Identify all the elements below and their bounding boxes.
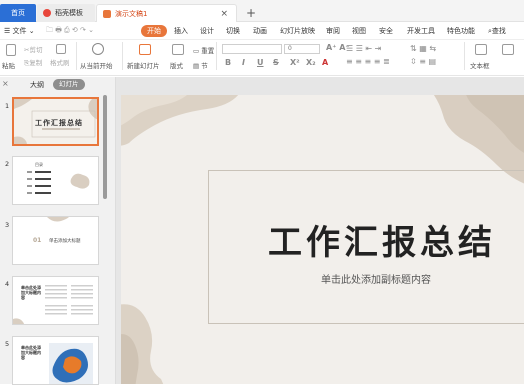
hamburger-icon: ☰ bbox=[4, 27, 13, 35]
copy-button[interactable]: ⎘复制 bbox=[24, 57, 42, 68]
thumb-title: 单击添加大标题 bbox=[49, 239, 81, 244]
font-name-select[interactable] bbox=[222, 44, 282, 54]
italic-button[interactable]: I bbox=[242, 58, 245, 67]
menu-review[interactable]: 审阅 bbox=[326, 25, 340, 37]
line-spacing-icon[interactable]: ⇳ ≡ ▤ bbox=[410, 57, 436, 66]
slide-thumbnail-2[interactable]: 目录 bbox=[12, 156, 99, 205]
menu-view[interactable]: 视图 bbox=[352, 25, 366, 37]
list-icon[interactable]: ☰ ☰ ⇤ ⇥ bbox=[346, 44, 381, 53]
menu-slideshow[interactable]: 幻灯片放映 bbox=[280, 25, 315, 37]
thumb-index: 01 bbox=[33, 237, 42, 244]
menu-start[interactable]: 开始 bbox=[141, 25, 167, 37]
menu-switch[interactable]: 切换 bbox=[226, 25, 240, 37]
slide-thumbnail-5[interactable]: 单击此处添加大标题内容 bbox=[12, 336, 99, 385]
reset-button[interactable]: ▭ 重置 bbox=[193, 45, 214, 55]
thumb-decoration bbox=[27, 171, 90, 194]
underline-button[interactable]: U bbox=[257, 58, 264, 67]
reset-icon: ▭ bbox=[193, 47, 202, 55]
menu-search[interactable]: ⌕查找 bbox=[488, 25, 506, 37]
play-icon[interactable] bbox=[92, 43, 104, 55]
cut-label: 剪切 bbox=[29, 46, 43, 54]
thumb-image bbox=[49, 343, 93, 384]
menu-insert[interactable]: 插入 bbox=[174, 25, 188, 37]
tab-docer-templates[interactable]: 稻壳模板 bbox=[37, 4, 95, 22]
format-painter-button[interactable]: 格式刷 bbox=[50, 57, 70, 67]
copy-label: 复制 bbox=[29, 59, 43, 67]
layout-button[interactable]: 版式 bbox=[170, 60, 183, 70]
menu-special[interactable]: 特色功能 bbox=[447, 25, 475, 37]
format-painter-icon[interactable] bbox=[56, 44, 66, 54]
toolbar-divider bbox=[464, 42, 465, 70]
tab-outline[interactable]: 大纲 bbox=[30, 80, 44, 90]
close-panel-icon[interactable]: × bbox=[2, 79, 9, 88]
toolbar-divider bbox=[122, 42, 123, 70]
thumb-title: 工作汇报总结 bbox=[35, 119, 83, 127]
thumb-number: 4 bbox=[5, 280, 10, 288]
paste-button[interactable]: 粘贴 bbox=[2, 60, 15, 70]
presentation-icon bbox=[103, 9, 111, 18]
layout-icon[interactable] bbox=[172, 44, 184, 55]
new-slide-button[interactable]: 新建幻灯片 bbox=[127, 60, 160, 70]
font-size-select[interactable]: 0 bbox=[284, 44, 320, 54]
menu-file-label: 文件 bbox=[12, 27, 27, 35]
superscript-button[interactable]: X² bbox=[290, 58, 300, 67]
subscript-button[interactable]: X₂ bbox=[306, 58, 316, 67]
undo-icon[interactable]: 🗀 🖶 ⎙ ⟲ ↷ ⌄ bbox=[46, 24, 94, 36]
bold-button[interactable]: B bbox=[225, 58, 231, 67]
slide-subtitle[interactable]: 单击此处添加副标题内容 bbox=[121, 271, 524, 286]
slide-title[interactable]: 工作汇报总结 bbox=[121, 215, 524, 264]
thumb-decoration bbox=[13, 285, 93, 324]
panel-scrollbar[interactable] bbox=[103, 95, 107, 199]
align-icon[interactable]: ≡ ≡ ≡ ≡ ≣ bbox=[346, 57, 390, 66]
slide-thumbnail-4[interactable]: 单击此处添加大标题内容 bbox=[12, 276, 99, 325]
thumb-subtitle-line bbox=[42, 128, 80, 130]
menu-design[interactable]: 设计 bbox=[200, 25, 214, 37]
cut-button[interactable]: ✂剪切 bbox=[24, 44, 42, 54]
play-from-current-button[interactable]: 从当前开始 bbox=[80, 60, 113, 70]
tab-home[interactable]: 首页 bbox=[0, 4, 36, 22]
slide-thumbnail-3[interactable]: 01 单击添加大标题 bbox=[12, 216, 99, 265]
toolbar-divider bbox=[216, 42, 217, 70]
tab-document[interactable]: 演示文稿1 × bbox=[96, 4, 237, 22]
section-icon: ▤ bbox=[193, 62, 202, 70]
docer-icon bbox=[43, 9, 51, 17]
new-tab-button[interactable]: + bbox=[240, 4, 262, 22]
section-label: 节 bbox=[201, 62, 208, 70]
section-button[interactable]: ▤ 节 bbox=[193, 60, 208, 70]
tab-slides[interactable]: 幻灯片 bbox=[53, 79, 85, 90]
toolbar-divider bbox=[76, 42, 77, 70]
tab-home-label: 首页 bbox=[11, 9, 25, 17]
menu-file[interactable]: ☰ 文件 ⌄ bbox=[4, 25, 35, 37]
thumb-number: 5 bbox=[5, 340, 10, 348]
new-slide-icon[interactable] bbox=[139, 44, 151, 55]
reset-label: 重置 bbox=[201, 47, 215, 55]
menu-security[interactable]: 安全 bbox=[379, 25, 393, 37]
chevron-down-icon: ⌄ bbox=[26, 27, 35, 35]
thumb-number: 2 bbox=[5, 160, 10, 168]
thumb-number: 3 bbox=[5, 221, 10, 229]
text-direction-icon[interactable]: ⇅ ▦ ⇆ bbox=[410, 44, 436, 53]
shape-icon[interactable] bbox=[502, 44, 514, 55]
textbox-icon[interactable] bbox=[475, 44, 487, 55]
font-color-button[interactable]: A bbox=[322, 58, 328, 67]
menu-search-label: 查找 bbox=[491, 27, 506, 35]
tab-shell-label: 稻壳模板 bbox=[55, 9, 83, 17]
thumb-number: 1 bbox=[5, 102, 10, 110]
menu-devtools[interactable]: 开发工具 bbox=[407, 25, 435, 37]
slide-thumbnail-1[interactable]: 工作汇报总结 bbox=[12, 97, 99, 146]
tab-doc-label: 演示文稿1 bbox=[115, 9, 148, 18]
strikethrough-button[interactable]: S bbox=[273, 58, 279, 67]
textbox-button[interactable]: 文本框 bbox=[470, 60, 490, 70]
paste-icon[interactable] bbox=[6, 44, 16, 56]
menu-animation[interactable]: 动画 bbox=[253, 25, 267, 37]
close-tab-icon[interactable]: × bbox=[220, 9, 228, 19]
